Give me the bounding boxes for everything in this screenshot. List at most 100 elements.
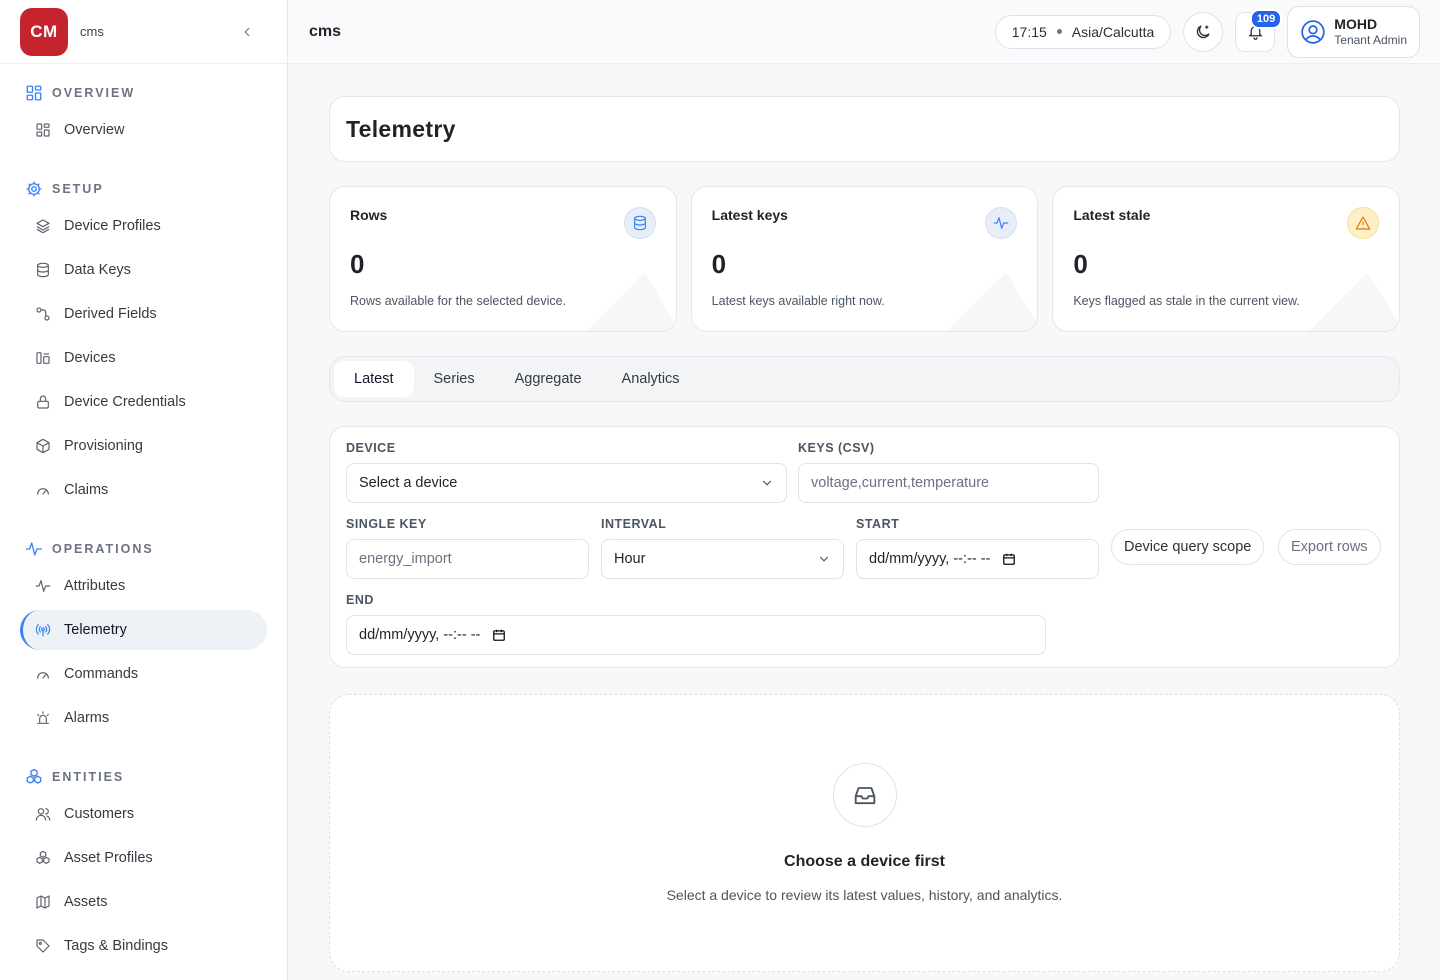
gauge-icon	[34, 481, 52, 499]
sidebar-item-commands[interactable]: Commands	[20, 654, 267, 694]
activity-icon	[24, 539, 44, 559]
moon-icon	[1197, 24, 1210, 38]
export-rows-button[interactable]: Export rows	[1278, 529, 1381, 565]
section-overview: OVERVIEW	[0, 80, 287, 106]
broadcast-icon	[34, 621, 52, 639]
user-role: Tenant Admin	[1334, 33, 1407, 47]
start-label: START	[856, 517, 900, 531]
keys-input[interactable]: voltage,current,temperature	[798, 463, 1099, 503]
notifications-button[interactable]: 109	[1235, 8, 1283, 52]
time-pill[interactable]: 17:15 Asia/Calcutta	[994, 14, 1172, 49]
activity-icon	[985, 207, 1018, 239]
inbox-icon	[832, 763, 897, 827]
start-datetime-input[interactable]: dd/mm/yyyy, --:-- --	[856, 539, 1099, 579]
database-icon	[623, 207, 656, 239]
tab-aggregate[interactable]: Aggregate	[495, 361, 602, 397]
sidebar-item-provisioning[interactable]: Provisioning	[20, 426, 267, 466]
sidebar-nav: OVERVIEW Overview SETUP Device Profiles …	[0, 64, 287, 966]
boxes-icon	[24, 767, 44, 787]
topbar: cms 17:15 Asia/Calcutta 109 MOHD Tenant …	[289, 0, 1440, 64]
single-key-input[interactable]: energy_import	[346, 539, 589, 579]
notification-count-badge: 109	[1249, 8, 1283, 29]
end-label: END	[346, 593, 374, 607]
tab-analytics[interactable]: Analytics	[602, 361, 700, 397]
single-key-label: SINGLE KEY	[346, 517, 427, 531]
tag-icon	[34, 937, 52, 955]
collapse-sidebar-button[interactable]	[235, 20, 259, 44]
tab-latest[interactable]: Latest	[334, 361, 414, 397]
user-circle-icon	[1300, 19, 1326, 45]
view-tabs: Latest Series Aggregate Analytics	[329, 356, 1400, 402]
layers-icon	[34, 217, 52, 235]
brand-header: CM cms	[0, 0, 287, 64]
gear-icon	[24, 179, 44, 199]
user-menu[interactable]: MOHD Tenant Admin	[1287, 5, 1420, 58]
tab-series[interactable]: Series	[414, 361, 495, 397]
end-datetime-input[interactable]: dd/mm/yyyy, --:-- --	[346, 615, 1046, 655]
users-icon	[34, 805, 52, 823]
user-name: MOHD	[1334, 16, 1378, 32]
filters-panel: DEVICE Select a device KEYS (CSV) voltag…	[329, 426, 1400, 668]
sidebar-item-assets[interactable]: Assets	[20, 882, 267, 922]
sidebar: CM cms OVERVIEW Overview SETUP Device Pr…	[0, 0, 288, 980]
sidebar-item-asset-profiles[interactable]: Asset Profiles	[20, 838, 267, 878]
flow-icon	[34, 305, 52, 323]
section-operations: OPERATIONS	[0, 536, 287, 562]
interval-label: INTERVAL	[601, 517, 667, 531]
warning-icon	[1347, 207, 1380, 239]
brand-name: cms	[80, 24, 104, 39]
theme-toggle-button[interactable]	[1183, 11, 1224, 52]
activity-icon	[34, 577, 52, 595]
sidebar-item-device-profiles[interactable]: Device Profiles	[20, 206, 267, 246]
empty-state-desc: Select a device to review its latest val…	[666, 887, 1063, 903]
lock-icon	[34, 393, 52, 411]
sidebar-item-overview[interactable]: Overview	[20, 110, 267, 150]
empty-state: Choose a device first Select a device to…	[329, 694, 1400, 972]
map-icon	[34, 893, 52, 911]
database-icon	[34, 261, 52, 279]
separator-dot	[1056, 29, 1062, 34]
sidebar-item-alarms[interactable]: Alarms	[20, 698, 267, 738]
stat-card-latest-stale: Latest stale 0 Keys flagged as stale in …	[1052, 186, 1401, 332]
sidebar-item-data-keys[interactable]: Data Keys	[20, 250, 267, 290]
grid-icon	[24, 83, 44, 103]
chevron-left-icon	[244, 27, 250, 36]
stat-label: Latest keys	[711, 207, 788, 223]
stat-label: Latest stale	[1073, 207, 1151, 223]
calendar-icon[interactable]	[1002, 552, 1016, 566]
sidebar-item-derived-fields[interactable]: Derived Fields	[20, 294, 267, 334]
brand-logo[interactable]: CM	[20, 7, 68, 56]
sidebar-item-telemetry[interactable]: Telemetry	[20, 610, 267, 650]
device-select[interactable]: Select a device	[346, 463, 787, 503]
sidebar-item-claims[interactable]: Claims	[20, 470, 267, 510]
page-header: Telemetry	[329, 96, 1400, 162]
page-title: Telemetry	[346, 115, 456, 142]
gauge-icon	[34, 665, 52, 683]
stat-card-rows: Rows 0 Rows available for the selected d…	[329, 186, 677, 332]
section-setup: SETUP	[0, 176, 287, 202]
topbar-title: cms	[309, 22, 342, 40]
devices-icon	[34, 349, 52, 367]
time-value: 17:15	[1011, 23, 1047, 40]
timezone-value: Asia/Calcutta	[1071, 23, 1155, 40]
calendar-icon[interactable]	[492, 628, 506, 642]
main-content: Telemetry Rows 0 Rows available for the …	[329, 96, 1401, 972]
stat-card-latest-keys: Latest keys 0 Latest keys available righ…	[690, 186, 1039, 332]
chevron-down-icon	[817, 552, 831, 566]
sidebar-item-device-credentials[interactable]: Device Credentials	[20, 382, 267, 422]
siren-icon	[34, 709, 52, 727]
box-icon	[34, 437, 52, 455]
stat-label: Rows	[350, 207, 388, 223]
sidebar-item-devices[interactable]: Devices	[20, 338, 267, 378]
sidebar-item-attributes[interactable]: Attributes	[20, 566, 267, 606]
chevron-down-icon	[760, 476, 774, 490]
section-entities: ENTITIES	[0, 764, 287, 790]
sidebar-item-customers[interactable]: Customers	[20, 794, 267, 834]
grid-icon	[34, 121, 52, 139]
boxes-icon	[34, 849, 52, 867]
empty-state-title: Choose a device first	[784, 853, 945, 870]
device-label: DEVICE	[346, 441, 396, 455]
device-query-scope-button[interactable]: Device query scope	[1111, 529, 1265, 565]
interval-select[interactable]: Hour	[601, 539, 844, 579]
sidebar-item-tags-bindings[interactable]: Tags & Bindings	[20, 926, 267, 966]
